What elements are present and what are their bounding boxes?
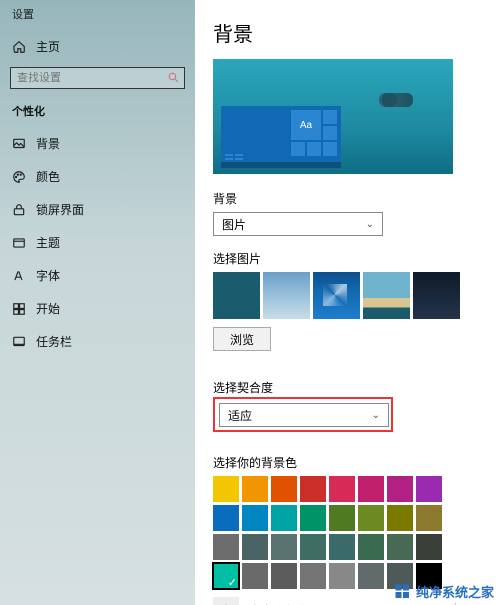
browse-button[interactable]: 浏览 <box>213 327 271 351</box>
palette-icon <box>12 170 26 184</box>
color-swatch[interactable] <box>300 476 326 502</box>
sidebar-item-home[interactable]: 主页 <box>0 32 195 61</box>
picture-icon <box>12 137 26 151</box>
main-panel: 背景 Aa 背景 图片 ⌄ 选择图片 <box>195 0 500 605</box>
chevron-down-icon: ⌄ <box>366 219 374 230</box>
color-swatch[interactable] <box>242 476 268 502</box>
color-swatch[interactable] <box>329 505 355 531</box>
watermark: 纯净系统之家 www.ycwjzy.com <box>394 582 494 601</box>
picture-thumbs <box>213 272 482 319</box>
pick-image-label: 选择图片 <box>213 250 482 267</box>
nav-label: 主题 <box>36 234 60 251</box>
picture-thumb[interactable] <box>213 272 260 319</box>
page-title: 背景 <box>213 18 482 47</box>
color-swatch[interactable] <box>300 505 326 531</box>
sidebar-item-themes[interactable]: 主题 <box>0 226 195 259</box>
custom-color-label: 自定义颜色 <box>249 602 309 605</box>
chevron-down-icon: ⌄ <box>372 410 380 421</box>
fit-dropdown[interactable]: 适应 ⌄ <box>219 403 389 427</box>
font-icon <box>12 269 26 283</box>
picture-thumb[interactable] <box>313 272 360 319</box>
preview-sample-text: Aa <box>291 110 321 140</box>
desktop-preview: Aa <box>213 59 453 174</box>
color-swatch[interactable] <box>358 534 384 560</box>
add-custom-color-button[interactable]: + <box>213 597 239 605</box>
sidebar-item-start[interactable]: 开始 <box>0 292 195 325</box>
color-swatch[interactable] <box>387 505 413 531</box>
color-swatch[interactable] <box>387 476 413 502</box>
logo-icon <box>394 583 412 601</box>
color-swatch[interactable] <box>358 476 384 502</box>
color-swatch[interactable] <box>300 534 326 560</box>
dropdown-value: 图片 <box>222 216 246 233</box>
sidebar-item-lockscreen[interactable]: 锁屏界面 <box>0 193 195 226</box>
color-swatch[interactable] <box>416 505 442 531</box>
home-label: 主页 <box>36 38 60 55</box>
color-swatch[interactable] <box>271 505 297 531</box>
color-swatch[interactable] <box>329 563 355 589</box>
app-title: 设置 <box>0 6 195 32</box>
sidebar-item-fonts[interactable]: 字体 <box>0 259 195 292</box>
color-swatch[interactable] <box>358 563 384 589</box>
bg-field-label: 背景 <box>213 190 482 207</box>
lock-icon <box>12 203 26 217</box>
home-icon <box>12 40 26 54</box>
picture-thumb[interactable] <box>413 272 460 319</box>
picture-thumb[interactable] <box>363 272 410 319</box>
color-swatch[interactable] <box>358 505 384 531</box>
watermark-brand: 纯净系统之家 <box>416 582 494 601</box>
section-label: 个性化 <box>0 101 195 127</box>
sidebar-item-background[interactable]: 背景 <box>0 127 195 160</box>
nav-label: 任务栏 <box>36 333 72 350</box>
search-icon <box>167 71 180 84</box>
color-swatch[interactable] <box>271 563 297 589</box>
color-swatch[interactable] <box>416 534 442 560</box>
color-swatch[interactable] <box>213 505 239 531</box>
search-input[interactable] <box>10 67 185 89</box>
color-swatch[interactable] <box>213 563 239 589</box>
color-swatch[interactable] <box>242 505 268 531</box>
sidebar-item-taskbar[interactable]: 任务栏 <box>0 325 195 358</box>
color-swatch[interactable] <box>271 476 297 502</box>
nav-label: 颜色 <box>36 168 60 185</box>
nav-label: 字体 <box>36 267 60 284</box>
color-swatch[interactable] <box>329 534 355 560</box>
color-swatch[interactable] <box>329 476 355 502</box>
fit-label: 选择契合度 <box>213 379 482 396</box>
dropdown-value: 适应 <box>228 407 252 424</box>
color-swatch[interactable] <box>271 534 297 560</box>
nav-label: 开始 <box>36 300 60 317</box>
sidebar-item-colors[interactable]: 颜色 <box>0 160 195 193</box>
highlight-box: 适应 ⌄ <box>213 397 393 432</box>
background-type-dropdown[interactable]: 图片 ⌄ <box>213 212 383 236</box>
color-swatch[interactable] <box>416 476 442 502</box>
color-grid <box>213 476 482 589</box>
start-icon <box>12 302 26 316</box>
settings-sidebar: 设置 主页 个性化 背景 颜色 锁屏界面 主题 <box>0 0 195 605</box>
color-swatch[interactable] <box>300 563 326 589</box>
color-swatch[interactable] <box>213 534 239 560</box>
color-swatch[interactable] <box>242 563 268 589</box>
picture-thumb[interactable] <box>263 272 310 319</box>
theme-icon <box>12 236 26 250</box>
taskbar-icon <box>12 335 26 349</box>
nav-label: 背景 <box>36 135 60 152</box>
search-wrap <box>10 67 185 89</box>
color-label: 选择你的背景色 <box>213 454 482 471</box>
color-swatch[interactable] <box>213 476 239 502</box>
color-swatch[interactable] <box>242 534 268 560</box>
nav-label: 锁屏界面 <box>36 201 84 218</box>
color-swatch[interactable] <box>387 534 413 560</box>
